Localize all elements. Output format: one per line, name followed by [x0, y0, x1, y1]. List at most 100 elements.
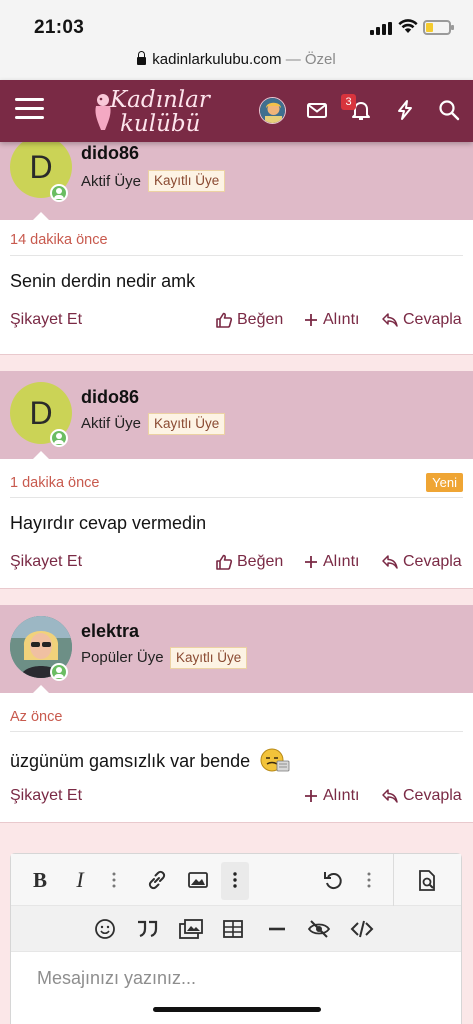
report-button[interactable]: Şikayet Et	[10, 311, 82, 329]
battery-fill	[426, 23, 433, 32]
more-options-icon[interactable]	[108, 870, 120, 890]
media-icon[interactable]	[178, 918, 204, 940]
italic-icon[interactable]: I	[68, 867, 92, 892]
user-avatar[interactable]	[259, 97, 286, 124]
url-domain: kadinlarkulubu.com	[152, 51, 282, 68]
like-icon	[216, 312, 233, 328]
quote-button[interactable]: Alıntı	[303, 787, 359, 805]
user-role: Popüler Üye	[81, 649, 164, 666]
menu-icon[interactable]	[15, 97, 44, 121]
registered-badge: Kayıtlı Üye	[148, 170, 226, 192]
more-options-icon[interactable]	[363, 870, 375, 890]
signal-icon	[370, 22, 392, 35]
post-message: üzgünüm gamsızlık var bende	[10, 747, 291, 773]
logo-line-2: kulübü	[120, 111, 201, 137]
quote-label: Alıntı	[323, 311, 360, 328]
logo-line-1: Kadınlar	[110, 87, 210, 113]
site-header: Kadınlar kulübü 3	[0, 80, 473, 142]
post-date[interactable]: Az önce	[10, 709, 62, 725]
quote-label: Alıntı	[323, 553, 360, 570]
post-username[interactable]: dido86	[81, 143, 139, 164]
post-item: D dido86 Aktif Üye Kayıtlı Üye 1 dakika …	[0, 371, 473, 589]
plus-icon	[305, 314, 317, 326]
lock-icon	[137, 51, 147, 65]
editor-toolbar-secondary	[11, 906, 461, 952]
post-date[interactable]: 1 dakika önce	[10, 475, 99, 491]
user-role: Aktif Üye	[81, 415, 142, 432]
post-actions: Şikayet Et Beğen Alıntı Cevapla	[10, 311, 463, 333]
bold-icon[interactable]: B	[28, 868, 52, 892]
like-icon	[216, 554, 233, 570]
thread-content: D dido86 Aktif Üye Kayıtlı Üye 14 dakika…	[0, 132, 473, 1024]
reply-button[interactable]: Cevapla	[381, 787, 462, 805]
quote-icon[interactable]	[135, 918, 159, 940]
image-icon[interactable]	[187, 869, 209, 891]
reply-button[interactable]: Cevapla	[381, 553, 462, 571]
message-input[interactable]: Mesajınızı yazınız...	[37, 968, 196, 989]
horizontal-rule-icon[interactable]	[266, 918, 288, 940]
spoiler-icon[interactable]	[307, 918, 331, 940]
plus-icon	[305, 556, 317, 568]
post-message: Senin derdin nedir amk	[10, 271, 196, 291]
status-bar: 21:03	[0, 0, 473, 46]
registered-badge: Kayıtlı Üye	[170, 647, 248, 669]
url-separator: —	[285, 51, 301, 68]
status-time: 21:03	[34, 17, 85, 38]
post-message: Hayırdır cevap vermedin	[10, 513, 207, 533]
new-badge: Yeni	[426, 473, 463, 492]
emoji-icon	[260, 748, 290, 772]
table-icon[interactable]	[222, 918, 244, 940]
preview-icon[interactable]	[415, 869, 439, 893]
like-label: Beğen	[237, 311, 284, 328]
link-icon[interactable]	[146, 869, 168, 891]
quote-button[interactable]: Alıntı	[303, 553, 359, 571]
online-status-icon	[50, 663, 68, 681]
url-bar[interactable]: kadinlarkulubu.com — Özel	[0, 46, 473, 80]
reply-icon	[382, 789, 398, 803]
like-label: Beğen	[237, 553, 284, 570]
online-status-icon	[50, 429, 68, 447]
quote-label: Alıntı	[323, 787, 360, 804]
post-item: D dido86 Aktif Üye Kayıtlı Üye 14 dakika…	[0, 132, 473, 355]
battery-icon	[423, 20, 454, 35]
bolt-icon[interactable]	[393, 98, 417, 122]
report-button[interactable]: Şikayet Et	[10, 553, 82, 571]
reply-label: Cevapla	[403, 553, 462, 570]
post-username[interactable]: elektra	[81, 621, 139, 642]
reply-icon	[382, 555, 398, 569]
report-button[interactable]: Şikayet Et	[10, 787, 82, 805]
editor-toolbar: B I	[11, 854, 461, 906]
notification-badge: 3	[341, 94, 356, 110]
more-options-icon[interactable]	[229, 870, 241, 890]
wifi-icon	[398, 19, 418, 33]
online-status-icon	[50, 184, 68, 202]
post-username[interactable]: dido86	[81, 387, 139, 408]
reply-label: Cevapla	[403, 311, 462, 328]
reply-icon	[382, 313, 398, 327]
url-private-label: Özel	[304, 51, 336, 68]
mail-icon[interactable]	[305, 98, 329, 122]
post-actions: Şikayet Et Beğen Alıntı Cevapla	[10, 553, 463, 575]
post-item: elektra Popüler Üye Kayıtlı Üye Az önce …	[0, 605, 473, 823]
site-logo[interactable]: Kadınlar kulübü	[88, 84, 228, 140]
post-author-panel: elektra Popüler Üye Kayıtlı Üye	[0, 605, 473, 694]
home-indicator	[153, 1007, 321, 1012]
user-role: Aktif Üye	[81, 173, 142, 190]
quote-button[interactable]: Alıntı	[303, 311, 359, 329]
like-button[interactable]: Beğen	[215, 311, 283, 329]
undo-icon[interactable]	[322, 869, 344, 891]
reply-label: Cevapla	[403, 787, 462, 804]
post-date[interactable]: 14 dakika önce	[10, 232, 108, 248]
smiley-icon[interactable]	[94, 918, 116, 940]
post-actions: Şikayet Et Alıntı Cevapla	[10, 787, 463, 809]
post-author-panel: D dido86 Aktif Üye Kayıtlı Üye	[0, 371, 473, 460]
post-author-panel: D dido86 Aktif Üye Kayıtlı Üye	[0, 132, 473, 221]
reply-button[interactable]: Cevapla	[381, 311, 462, 329]
search-icon[interactable]	[437, 98, 461, 122]
like-button[interactable]: Beğen	[215, 553, 283, 571]
code-icon[interactable]	[350, 918, 374, 940]
post-message-text: üzgünüm gamsızlık var bende	[10, 751, 251, 771]
plus-icon	[305, 790, 317, 802]
reply-editor: B I Mesajınızı yazınız...	[10, 853, 462, 1024]
registered-badge: Kayıtlı Üye	[148, 413, 226, 435]
